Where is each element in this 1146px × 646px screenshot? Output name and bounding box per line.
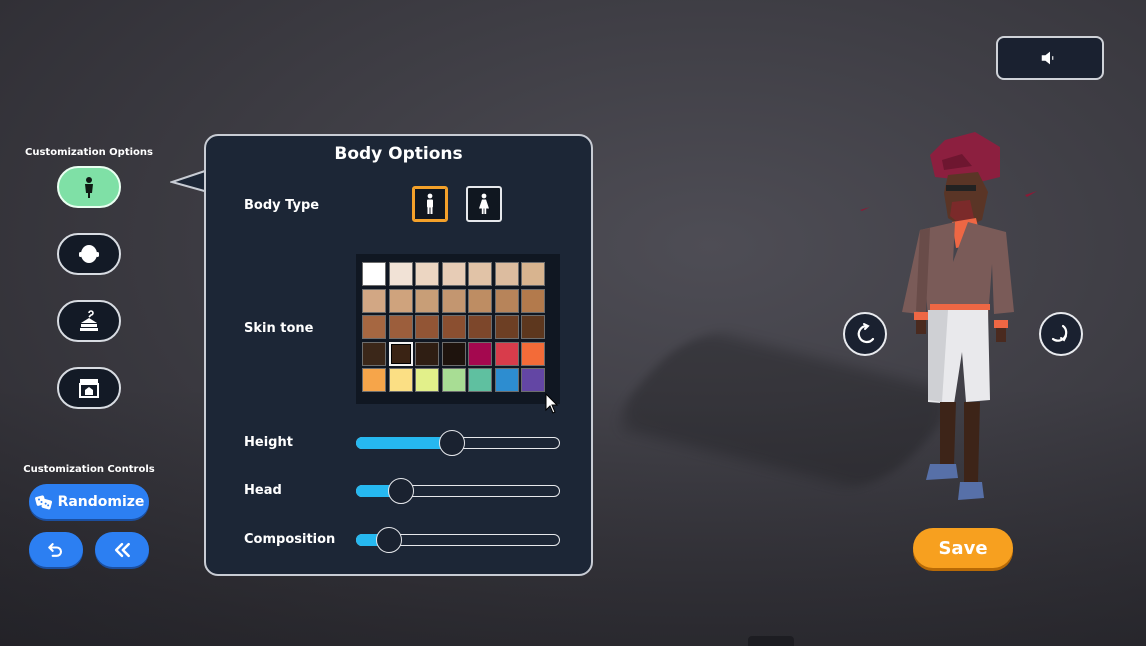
- skin-tone-swatch[interactable]: [494, 341, 519, 366]
- skin-tone-swatch[interactable]: [468, 315, 492, 339]
- back-button[interactable]: [95, 532, 149, 567]
- body-option-button[interactable]: [57, 166, 121, 208]
- sound-toggle-button[interactable]: [996, 36, 1104, 80]
- skin-tone-swatch[interactable]: [415, 341, 439, 366]
- skin-tone-swatch[interactable]: [494, 315, 519, 339]
- skin-tone-swatch[interactable]: [362, 368, 386, 392]
- height-slider[interactable]: [356, 430, 560, 456]
- head-icon: [79, 245, 99, 263]
- slider-fill: [356, 437, 452, 449]
- skin-tone-swatch[interactable]: [441, 341, 466, 366]
- skin-tone-swatch[interactable]: [468, 288, 492, 313]
- height-label: Height: [244, 435, 293, 450]
- slider-knob[interactable]: [438, 430, 465, 456]
- skin-tone-swatch[interactable]: [494, 368, 519, 392]
- body-type-label: Body Type: [244, 198, 320, 213]
- skin-tone-swatch[interactable]: [415, 315, 439, 339]
- skin-tone-swatch[interactable]: [521, 368, 545, 392]
- store-icon: [79, 379, 99, 398]
- skin-tone-swatch[interactable]: [494, 262, 519, 286]
- skin-tone-swatch[interactable]: [362, 288, 386, 313]
- female-figure-icon: [479, 193, 489, 214]
- body-options-panel: Body Options Body Type Skin tone Height …: [204, 134, 593, 576]
- skin-tone-swatch[interactable]: [388, 368, 413, 392]
- randomize-label: Randomize: [57, 493, 145, 510]
- slider-knob[interactable]: [387, 478, 414, 504]
- panel-title: Body Options: [334, 144, 463, 164]
- skin-tone-swatch[interactable]: [388, 341, 413, 366]
- skin-tone-swatch[interactable]: [521, 288, 545, 313]
- customization-controls-heading: Customization Controls: [23, 464, 155, 475]
- skin-tone-swatch[interactable]: [415, 288, 439, 313]
- skin-tone-swatch[interactable]: [468, 368, 492, 392]
- skin-tone-swatch[interactable]: [468, 262, 492, 286]
- body-type-female-button[interactable]: [466, 186, 502, 222]
- skin-tone-label: Skin tone: [244, 321, 314, 336]
- composition-slider[interactable]: [356, 527, 560, 553]
- save-button[interactable]: Save: [913, 528, 1013, 568]
- skin-tone-swatch[interactable]: [441, 368, 466, 392]
- skin-tone-swatch[interactable]: [362, 262, 386, 286]
- customization-options-heading: Customization Options: [25, 147, 153, 158]
- head-slider[interactable]: [356, 478, 560, 504]
- slider-knob[interactable]: [375, 527, 402, 553]
- randomize-button[interactable]: Randomize: [29, 484, 149, 519]
- mouse-pointer-icon: [545, 393, 559, 414]
- male-figure-icon: [427, 193, 433, 214]
- outfit-option-button[interactable]: [57, 300, 121, 342]
- avatar-preview: [860, 132, 1037, 500]
- store-option-button[interactable]: [57, 367, 121, 409]
- skin-tone-swatch[interactable]: [388, 262, 413, 286]
- dice-icon: [34, 494, 52, 509]
- head-option-button[interactable]: [57, 233, 121, 275]
- skin-tone-swatch[interactable]: [441, 262, 466, 286]
- undo-button[interactable]: [29, 532, 83, 567]
- skin-tone-swatch[interactable]: [415, 262, 439, 286]
- composition-label: Composition: [244, 532, 336, 547]
- skin-tone-swatch[interactable]: [468, 341, 492, 366]
- bottom-drawer-handle[interactable]: [748, 636, 794, 646]
- skin-tone-swatch[interactable]: [415, 368, 439, 392]
- skin-tone-swatch[interactable]: [441, 315, 466, 339]
- body-icon: [85, 177, 93, 198]
- skin-tone-swatch[interactable]: [521, 341, 545, 366]
- double-chevron-left-icon: [114, 542, 130, 557]
- skin-tone-swatch[interactable]: [521, 262, 545, 286]
- speaker-icon: [1041, 51, 1054, 65]
- skin-tone-swatch[interactable]: [441, 288, 466, 313]
- skin-tone-swatch[interactable]: [388, 288, 413, 313]
- skin-tone-palette: [356, 254, 560, 404]
- body-type-male-button[interactable]: [412, 186, 448, 222]
- skin-tone-swatch[interactable]: [521, 315, 545, 339]
- skin-tone-swatch[interactable]: [362, 341, 386, 366]
- skin-tone-swatch[interactable]: [494, 288, 519, 313]
- undo-icon: [48, 542, 63, 557]
- outfit-icon: [80, 310, 98, 331]
- skin-tone-swatch[interactable]: [388, 315, 413, 339]
- skin-tone-swatch[interactable]: [362, 315, 386, 339]
- head-size-label: Head: [244, 483, 282, 498]
